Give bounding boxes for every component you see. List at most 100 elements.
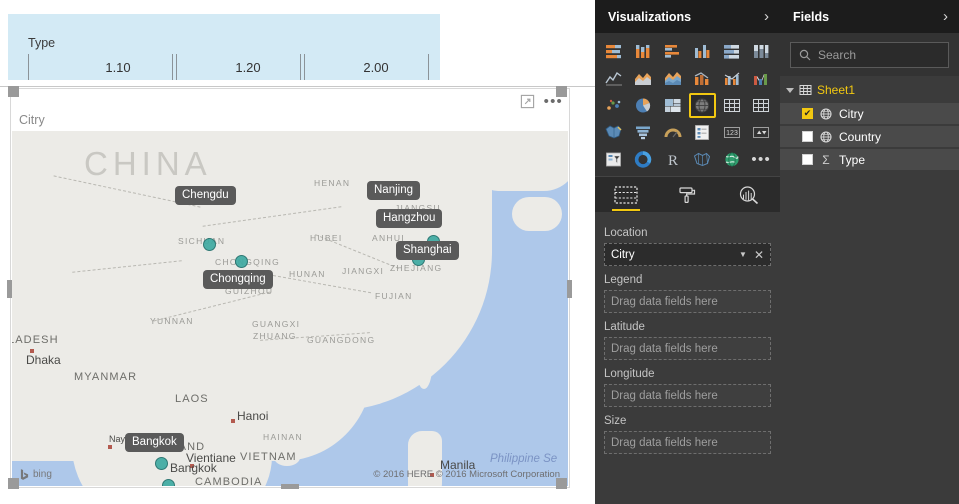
more-options-icon[interactable]: ••• [544,94,563,109]
slicer-track[interactable]: 1.10 1.20 2.00 [28,54,429,80]
well-label-location: Location [604,227,648,239]
well-label-legend: Legend [604,274,643,286]
resize-handle-right[interactable] [567,280,572,298]
chevron-right-icon[interactable]: › [764,9,769,24]
stacked-bar-chart-icon[interactable] [600,39,628,64]
100-percent-stacked-bar-chart-icon[interactable] [718,39,746,64]
map-marker-bangkok[interactable] [155,457,168,470]
well-latitude[interactable]: Drag data fields here [604,337,771,360]
donut-chart-icon[interactable] [630,147,658,172]
well-legend[interactable]: Drag data fields here [604,290,771,313]
landmass-taiwan [416,343,432,389]
fields-tree[interactable]: Sheet1 Citry [780,76,959,170]
slicer-title: Type [28,36,56,50]
table-icon [799,85,812,95]
ribbon-chart-icon[interactable] [748,66,776,91]
map-marker-pattaya[interactable] [162,479,175,486]
r-script-visual-icon[interactable]: R [659,147,687,172]
map-marker-chongqing[interactable] [235,255,248,268]
format-tab[interactable] [665,178,709,212]
resize-handle-top-right[interactable] [556,86,567,97]
basemap-city-hanoi: Hanoi [237,409,269,423]
map-visual[interactable]: Citry ••• CHINA HENAN JIANGSU HUBEI ANHU… [10,88,570,488]
card-icon[interactable]: 123 [718,120,746,145]
slicer-visual-type[interactable]: Type 1.10 1.20 2.00 [8,14,440,80]
fields-panel[interactable]: Fields › Search Sheet1 ✔ Citry Country Σ… [780,0,959,504]
resize-handle-top-left[interactable] [8,86,19,97]
funnel-icon[interactable] [630,120,658,145]
basemap-city-bangkok: Bangkok [170,461,217,475]
map-canvas[interactable]: CHINA HENAN JIANGSU HUBEI ANHUI SICHUAN … [12,131,568,486]
map-icon[interactable] [688,93,716,118]
map-callout-bangkok[interactable]: Bangkok [125,433,184,452]
resize-handle-bottom[interactable] [281,484,299,489]
slicer-icon[interactable] [600,147,628,172]
clustered-bar-chart-icon[interactable] [659,39,687,64]
fields-tab[interactable] [604,178,648,212]
map-callout-chengdu[interactable]: Chengdu [175,186,236,205]
resize-handle-left[interactable] [7,280,12,298]
stacked-column-chart-icon[interactable] [630,39,658,64]
stacked-area-chart-icon[interactable] [659,66,687,91]
map-callout-shanghai[interactable]: Shanghai [396,241,459,260]
line-and-clustered-column-chart-icon[interactable] [718,66,746,91]
chevron-right-icon[interactable]: › [943,9,948,24]
scatter-chart-icon[interactable] [600,93,628,118]
analytics-tab[interactable] [727,178,771,212]
basemap-region-yunnan: YUNNAN [150,316,194,326]
filled-map-icon[interactable] [600,120,628,145]
multi-row-card-icon[interactable] [689,120,717,145]
map-visual-title: Citry [19,113,45,127]
matrix-icon[interactable] [718,93,746,118]
line-and-stacked-column-chart-icon[interactable] [689,66,717,91]
visualization-type-gallery[interactable]: 123 R ••• [595,33,780,176]
map-callout-hangzhou[interactable]: Hangzhou [376,209,443,228]
visualizations-panel[interactable]: Visualizations › 123 R ••• Location Citr… [595,0,780,504]
field-checkbox-citry[interactable] [802,108,813,119]
close-icon[interactable]: ✕ [754,248,764,262]
fields-table-sheet1[interactable]: Sheet1 [780,79,959,101]
svg-text:R: R [668,153,678,168]
bing-attribution[interactable]: bing [20,469,52,480]
treemap-icon[interactable] [659,93,687,118]
100-percent-stacked-column-chart-icon[interactable] [748,39,776,64]
field-checkbox-type[interactable] [802,154,813,165]
well-size[interactable]: Drag data fields here [604,431,771,454]
field-item-country[interactable]: Country [780,126,959,147]
gauge-icon[interactable] [659,120,687,145]
chevron-down-icon[interactable]: ▼ [739,250,747,259]
more-visuals-icon[interactable]: ••• [748,147,776,172]
shape-map-icon[interactable] [689,147,717,172]
report-canvas[interactable]: Type 1.10 1.20 2.00 Citry ••• CHINA HENA… [0,0,595,504]
line-chart-icon[interactable] [600,66,628,91]
clustered-column-chart-icon[interactable] [689,39,717,64]
well-location[interactable]: Citry ▼ ✕ [604,243,771,266]
resize-handle-bottom-left[interactable] [8,478,19,489]
map-callout-nanjing[interactable]: Nanjing [367,181,420,200]
well-longitude[interactable]: Drag data fields here [604,384,771,407]
visual-pane-tabs[interactable] [595,176,780,212]
expand-triangle-icon[interactable] [786,87,794,93]
field-wells[interactable]: Location Citry ▼ ✕ Legend Drag data fiel… [595,212,780,454]
field-item-type[interactable]: Σ Type [780,149,959,170]
map-callout-chongqing[interactable]: Chongqing [203,270,273,289]
slicer-tick-start [28,54,29,80]
slicer-option-2[interactable]: 2.00 [336,54,416,80]
field-label-type: Type [839,152,866,167]
bing-logo-icon [20,469,29,480]
search-input[interactable]: Search [790,42,949,68]
field-checkbox-country[interactable] [802,131,813,142]
resize-handle-bottom-right[interactable] [556,478,567,489]
focus-mode-icon[interactable] [520,94,535,109]
arcgis-map-icon[interactable] [718,147,746,172]
area-chart-icon[interactable] [630,66,658,91]
map-marker-chengdu[interactable] [203,238,216,251]
slicer-value-0: 1.10 [105,59,131,75]
slicer-option-1[interactable]: 1.20 [208,54,288,80]
basemap-country-cambodia: CAMBODIA [195,476,263,486]
kpi-icon[interactable] [748,120,776,145]
slicer-option-0[interactable]: 1.10 [78,54,158,80]
pie-chart-icon[interactable] [630,93,658,118]
table-icon[interactable] [748,93,776,118]
field-item-citry[interactable]: Citry [780,103,959,124]
